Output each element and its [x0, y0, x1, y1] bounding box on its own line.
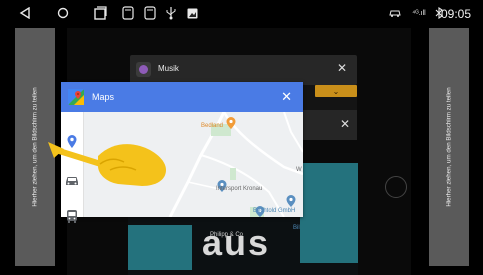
- back-icon[interactable]: [18, 4, 32, 22]
- car-icon: [388, 4, 402, 22]
- screenshot-icon[interactable]: [121, 4, 135, 22]
- screen: ⁴ᴳ.ıll 09:05 Hierher ziehen, um den Bild…: [0, 0, 483, 275]
- drag-hand-icon: [48, 142, 166, 186]
- preview-block: [300, 163, 358, 263]
- split-screen-hint: Hierher ziehen, um den Bildschirm zu tei…: [445, 87, 453, 207]
- chevron-down-icon[interactable]: ⌄: [315, 85, 357, 97]
- preview-block: [128, 225, 192, 270]
- signal-icon: ⁴ᴳ.ıll: [412, 9, 426, 17]
- business-pin-icon[interactable]: [286, 195, 296, 207]
- map-label: Intersport Kronau: [216, 186, 263, 192]
- shop-pin-icon[interactable]: [226, 117, 236, 129]
- map-label: Bedland: [201, 123, 224, 129]
- split-screen-hint: Hierher ziehen, um den Bildschirm zu tei…: [31, 87, 39, 207]
- gallery-icon: [186, 4, 198, 22]
- notification-icon[interactable]: [143, 4, 157, 22]
- maps-app-icon: [68, 89, 84, 105]
- recent-card-musik[interactable]: Musik ✕: [130, 55, 357, 85]
- decorative-circle: [385, 176, 407, 198]
- music-app-icon: [136, 62, 151, 77]
- close-icon[interactable]: ✕: [335, 61, 349, 75]
- status-bar: ⁴ᴳ.ıll 09:05: [0, 0, 483, 28]
- usb-icon: [165, 4, 177, 22]
- map-label: Philipp & Co: [210, 232, 244, 238]
- home-icon[interactable]: [56, 4, 70, 22]
- close-icon[interactable]: ✕: [281, 89, 292, 105]
- bus-icon[interactable]: [64, 208, 80, 224]
- recents-icon[interactable]: [92, 4, 108, 22]
- split-screen-right-target[interactable]: Hierher ziehen, um den Bildschirm zu tei…: [429, 28, 469, 266]
- map-label: W: [296, 167, 302, 173]
- map-label: Bechtold GmbH: [253, 208, 296, 214]
- background-logo: aus: [202, 222, 271, 263]
- map-label: Bil: [293, 225, 300, 231]
- clock: 09:05: [440, 7, 471, 21]
- maps-header[interactable]: Maps ✕: [61, 82, 303, 112]
- maps-title: Maps: [92, 92, 115, 102]
- recent-card-title: Musik: [158, 64, 179, 73]
- close-icon[interactable]: ✕: [340, 117, 350, 131]
